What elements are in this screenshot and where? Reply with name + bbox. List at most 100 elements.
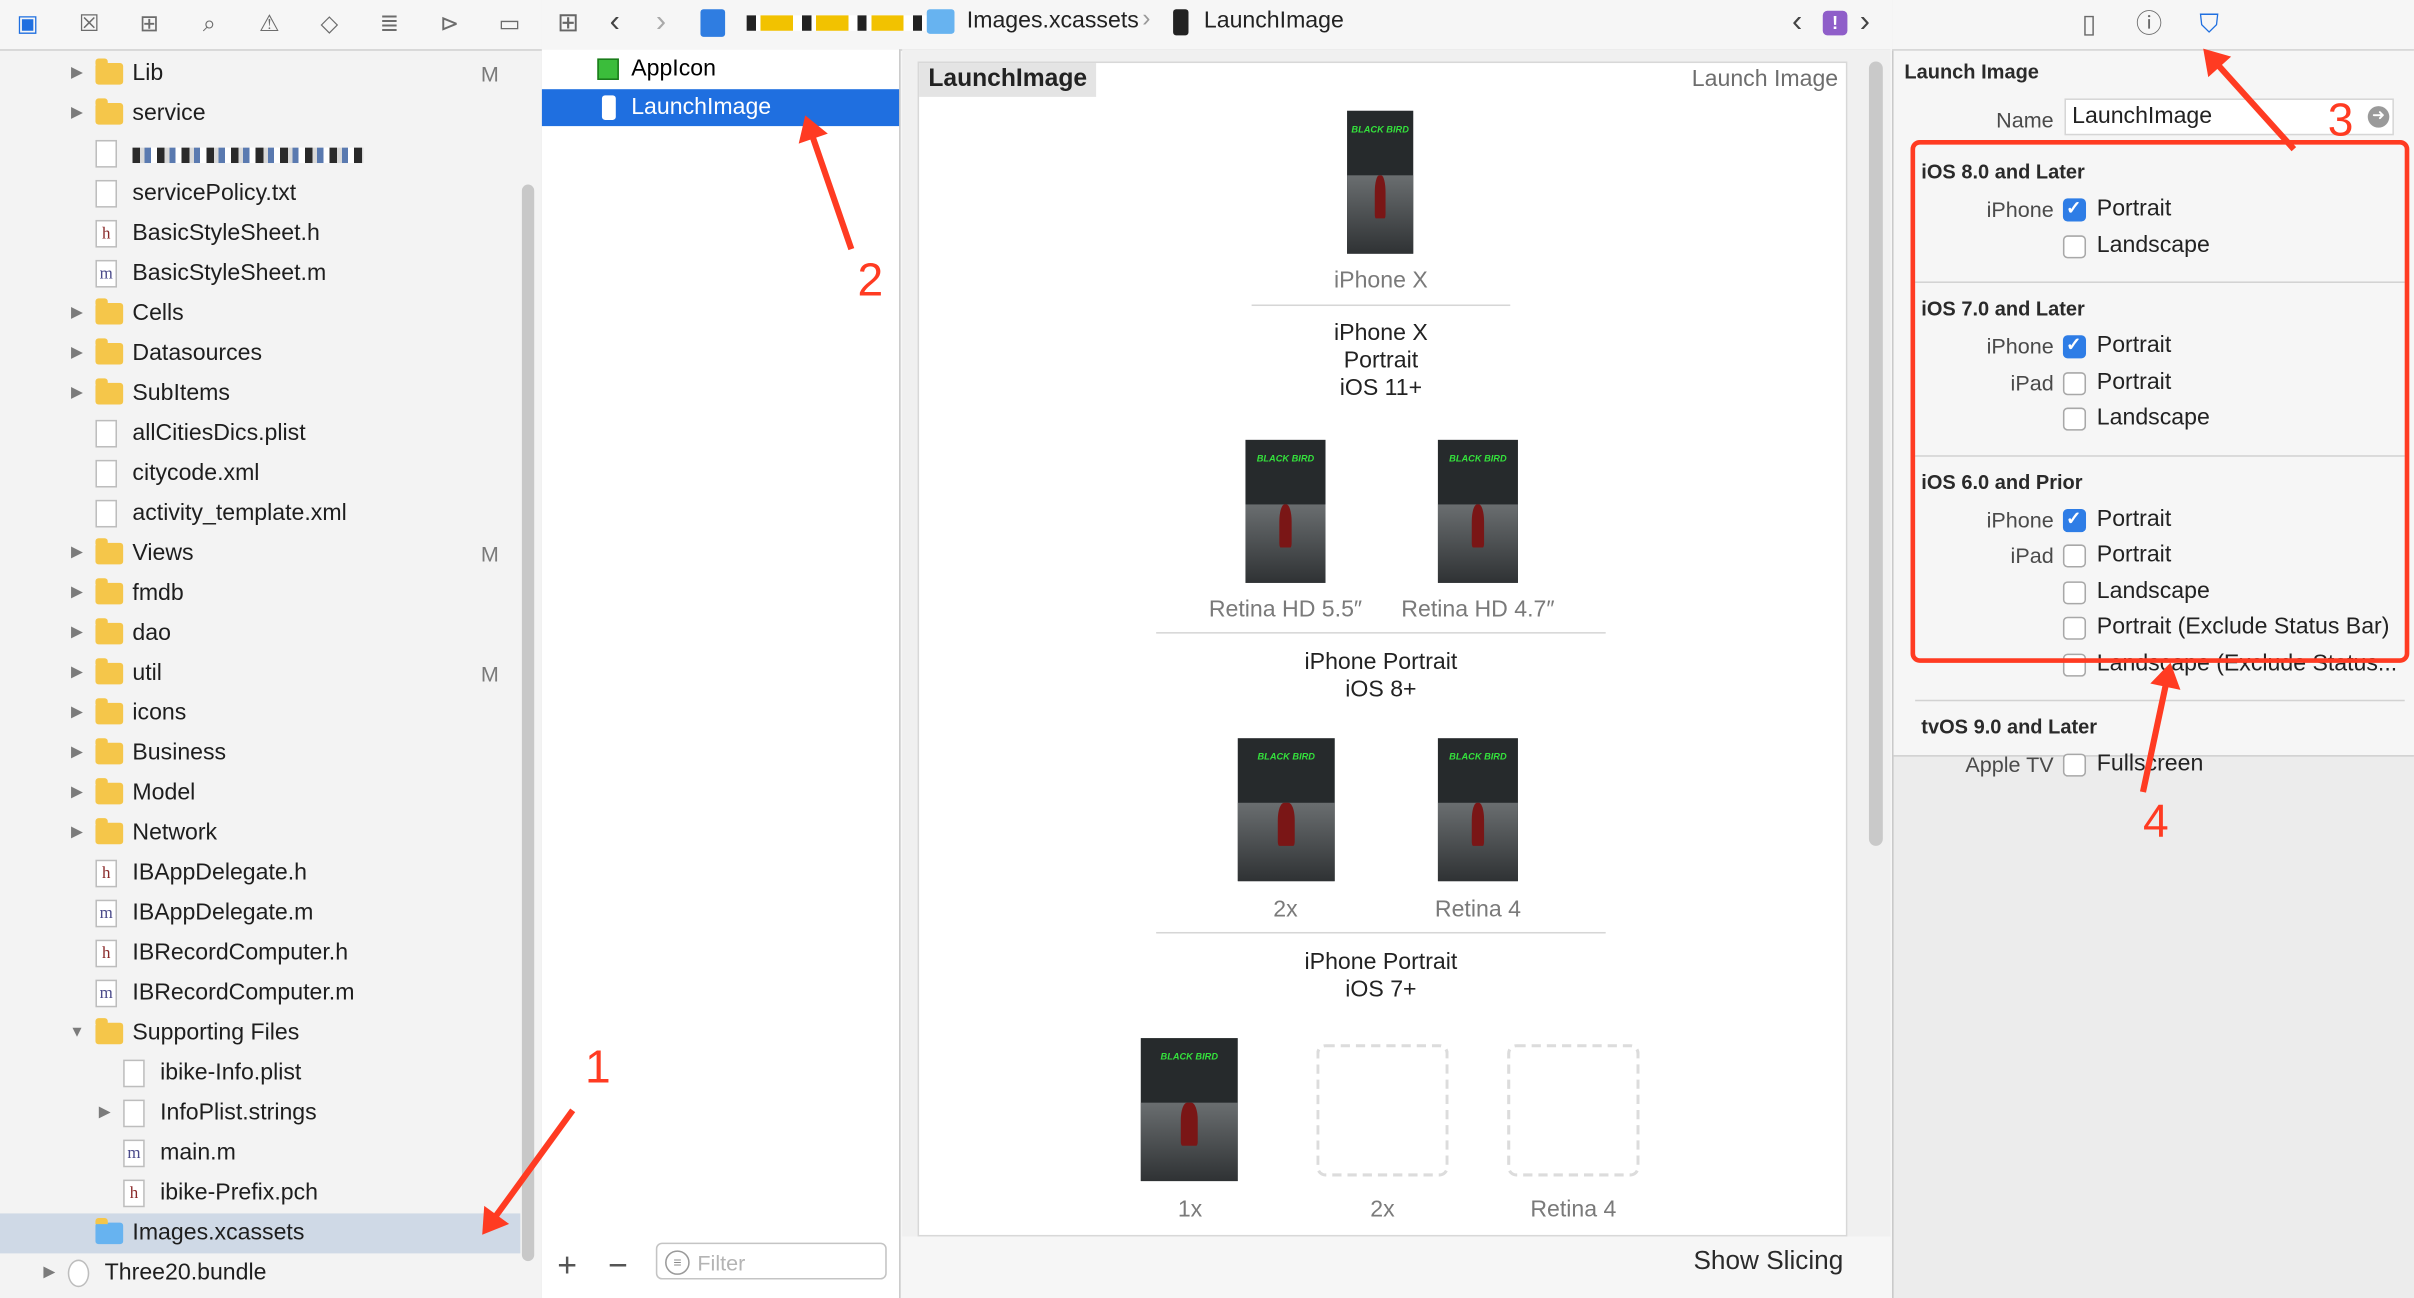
breakpoint-navigator-icon[interactable]: ⊳ — [434, 9, 465, 40]
tree-file-row[interactable]: servicePolicy.txt — [0, 174, 520, 214]
tree-item-label: IBAppDelegate.m — [132, 899, 314, 926]
empty-image-slot-ios7-retina4[interactable] — [1507, 1044, 1640, 1177]
remove-asset-button[interactable]: − — [608, 1246, 628, 1286]
tree-file-row[interactable]: Images.xcassets — [0, 1213, 521, 1254]
disclosure-closed-icon[interactable]: ▶ — [68, 814, 86, 854]
file-icon — [95, 459, 118, 488]
tree-file-row[interactable]: m IBRecordComputer.m — [0, 973, 520, 1013]
launch-image-thumbnail-hd55[interactable]: BLACK BIRD — [1245, 439, 1326, 583]
find-navigator-icon[interactable]: ⌕ — [194, 9, 225, 40]
tree-folder-row[interactable]: ▶ Datasources — [0, 334, 520, 374]
file-icon — [95, 419, 118, 448]
tree-file-row[interactable]: ibike-Info.plist — [0, 1053, 520, 1093]
disclosure-closed-icon[interactable]: ▶ — [95, 1093, 113, 1133]
canvas-scrollbar[interactable] — [1868, 61, 1883, 846]
asset-item-launchimage[interactable]: LaunchImage — [541, 89, 900, 127]
breadcrumb-item[interactable]: LaunchImage — [1204, 8, 1344, 34]
test-navigator-icon[interactable]: ◇ — [314, 9, 345, 40]
tree-file-row[interactable]: h IBRecordComputer.h — [0, 934, 520, 974]
tree-folder-row[interactable]: ▶ Business — [0, 734, 520, 774]
disclosure-closed-icon[interactable]: ▶ — [40, 1253, 58, 1293]
checkbox[interactable] — [2062, 753, 2087, 777]
launch-image-thumbnail-hd47[interactable]: BLACK BIRD — [1437, 439, 1518, 583]
tree-file-row[interactable]: h BasicStyleSheet.h — [0, 214, 520, 254]
disclosure-closed-icon[interactable]: ▶ — [68, 654, 86, 694]
debug-navigator-icon[interactable]: ≣ — [374, 9, 405, 40]
tree-folder-row[interactable]: ▶ Cells — [0, 294, 520, 334]
tree-folder-row[interactable]: ▶ SubItems — [0, 374, 520, 414]
tree-folder-row[interactable]: ▶ dao — [0, 614, 520, 654]
navigator-scrollbar[interactable] — [521, 184, 535, 1262]
tree-file-row[interactable] — [0, 134, 520, 174]
annotation-2: 2 — [857, 255, 884, 307]
related-items-icon[interactable]: ⊞ — [557, 8, 579, 39]
tree-file-row[interactable]: m BasicStyleSheet.m — [0, 254, 520, 294]
source-file-icon: m — [95, 899, 118, 928]
file-inspector-icon[interactable]: ▯ — [2072, 8, 2106, 42]
disclosure-closed-icon[interactable]: ▶ — [68, 294, 86, 334]
empty-image-slot-ios7-2x[interactable] — [1316, 1044, 1449, 1177]
blurred-file-name — [132, 147, 364, 164]
tree-file-row[interactable]: h IBAppDelegate.h — [0, 854, 520, 894]
quick-help-icon[interactable]: ⓘ — [2132, 8, 2166, 42]
attributes-inspector-icon[interactable]: ⛉ — [2192, 8, 2226, 42]
tree-folder-row[interactable]: ▼ Supporting Files — [0, 1013, 520, 1053]
tree-file-row[interactable]: citycode.xml — [0, 454, 520, 494]
launch-image-thumbnail-ios7-1x[interactable]: BLACK BIRD — [1140, 1038, 1238, 1182]
disclosure-closed-icon[interactable]: ▶ — [68, 614, 86, 654]
disclosure-closed-icon[interactable]: ▶ — [68, 534, 86, 574]
tree-file-row[interactable]: allCitiesDics.plist — [0, 414, 520, 454]
go-arrow-icon[interactable]: ➜ — [2367, 106, 2390, 128]
disclosure-closed-icon[interactable]: ▶ — [68, 94, 86, 134]
filter-field[interactable]: ≡ Filter — [655, 1242, 887, 1280]
issue-badge-icon[interactable]: ! — [1822, 10, 1848, 36]
tree-folder-row[interactable]: ▶ Model — [0, 774, 520, 814]
tree-folder-row[interactable]: ▶ fmdb — [0, 574, 520, 614]
tree-folder-row[interactable]: ▶ util M — [0, 654, 520, 694]
disclosure-closed-icon[interactable]: ▶ — [68, 374, 86, 414]
tree-item-label: dao — [132, 619, 171, 646]
thumbnail-brand: BLACK BIRD — [1351, 126, 1409, 136]
tree-file-row[interactable]: m main.m — [0, 1133, 520, 1173]
tree-file-row[interactable]: activity_template.xml — [0, 494, 520, 534]
project-navigator-icon[interactable]: ▣ — [12, 9, 43, 40]
tree-folder-row[interactable]: ▶ Views M — [0, 534, 520, 574]
show-slicing-button[interactable]: Show Slicing — [1693, 1246, 1843, 1277]
disclosure-closed-icon[interactable]: ▶ — [68, 774, 86, 814]
asset-item-appicon[interactable]: AppIcon — [542, 51, 899, 88]
tree-file-row[interactable]: m IBAppDelegate.m — [0, 894, 520, 934]
breadcrumb-separator: › — [1142, 6, 1151, 33]
tree-folder-row[interactable]: ▶ icons — [0, 694, 520, 734]
source-control-icon[interactable]: ☒ — [74, 9, 105, 40]
disclosure-open-icon[interactable]: ▼ — [68, 1013, 86, 1053]
launch-image-thumbnail-ios8-retina4[interactable]: BLACK BIRD — [1437, 738, 1518, 882]
tree-folder-row[interactable]: ▶ Lib M — [0, 54, 520, 94]
folder-icon — [95, 738, 124, 765]
issue-navigator-icon[interactable]: ⚠ — [254, 9, 285, 40]
breadcrumb-folder[interactable]: Images.xcassets — [967, 8, 1139, 34]
tree-folder-row[interactable]: ▶ service — [0, 94, 520, 134]
disclosure-closed-icon[interactable]: ▶ — [68, 694, 86, 734]
next-issue-icon[interactable]: › — [1860, 5, 1870, 40]
tree-folder-row[interactable]: ▶ Network — [0, 814, 520, 854]
tree-file-row[interactable]: ▶ Three20.bundle — [0, 1253, 520, 1293]
report-navigator-icon[interactable]: ▭ — [494, 9, 525, 40]
disclosure-closed-icon[interactable]: ▶ — [68, 334, 86, 374]
forward-arrow-icon[interactable]: › — [656, 5, 666, 40]
blurred-breadcrumb[interactable] — [746, 15, 947, 31]
disclosure-closed-icon[interactable]: ▶ — [68, 574, 86, 614]
symbol-navigator-icon[interactable]: ⊞ — [134, 9, 165, 40]
tree-item-label: servicePolicy.txt — [132, 179, 297, 207]
asset-set-name[interactable]: LaunchImage — [919, 63, 1097, 97]
tree-file-row[interactable]: h ibike-Prefix.pch — [0, 1173, 520, 1213]
back-arrow-icon[interactable]: ‹ — [610, 5, 620, 40]
launch-image-thumbnail-ios8-2x[interactable]: BLACK BIRD — [1237, 738, 1335, 882]
disclosure-closed-icon[interactable]: ▶ — [68, 734, 86, 774]
prev-issue-icon[interactable]: ‹ — [1792, 5, 1802, 40]
add-asset-button[interactable]: + — [557, 1246, 577, 1286]
group-separator — [1156, 632, 1606, 634]
launch-image-thumbnail-iphonex[interactable]: BLACK BIRD — [1347, 110, 1414, 254]
disclosure-closed-icon[interactable]: ▶ — [68, 54, 86, 94]
tree-file-row[interactable]: ▶ InfoPlist.strings — [0, 1093, 520, 1133]
project-icon[interactable] — [700, 9, 726, 37]
